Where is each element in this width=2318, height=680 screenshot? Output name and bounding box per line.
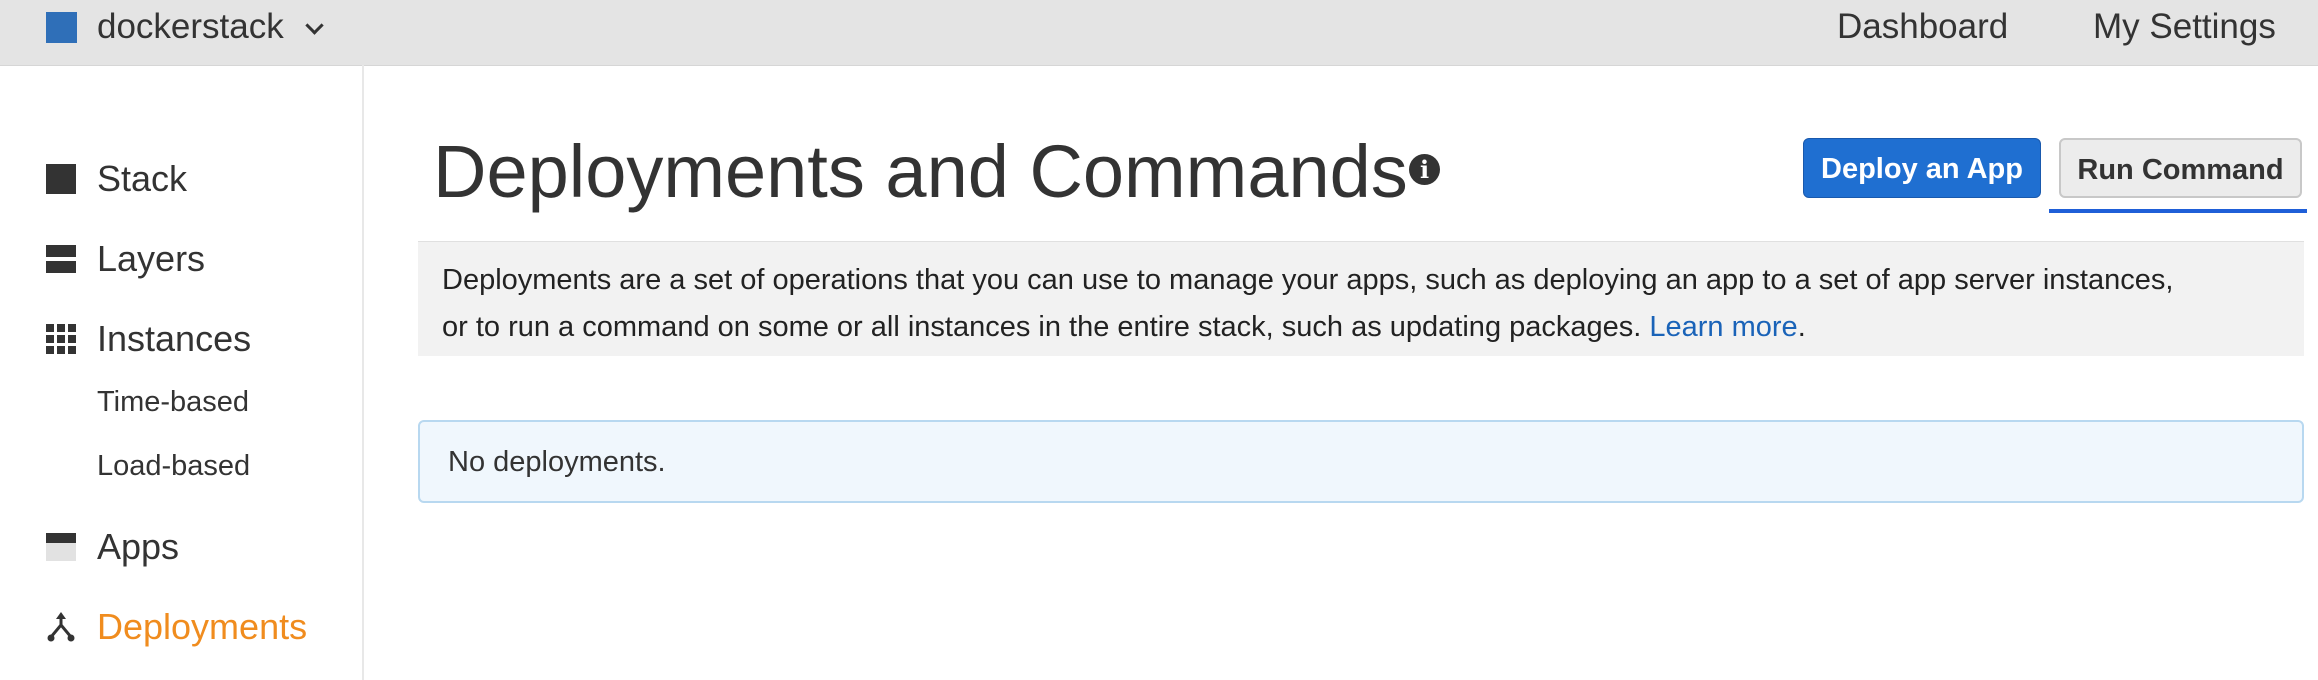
page-title: Deployments and Commands [433, 130, 1408, 213]
sidebar-subitem-time-based[interactable]: Time-based [97, 384, 249, 420]
sidebar-item-layers[interactable]: Layers [0, 234, 360, 284]
sidebar-item-stack[interactable]: Stack [0, 154, 360, 204]
sidebar-item-label: Layers [97, 238, 206, 279]
sidebar-item-deployments[interactable]: Deployments [0, 602, 360, 652]
sidebar-item-label: Deployments [97, 606, 308, 647]
chevron-down-icon[interactable] [305, 16, 324, 35]
description-line-1: Deployments are a set of operations that… [442, 264, 2174, 296]
sidebar-subitem-load-based[interactable]: Load-based [97, 448, 250, 484]
dashboard-link[interactable]: Dashboard [1837, 6, 2008, 48]
stack-icon [46, 164, 76, 194]
description-end: . [1797, 311, 1806, 343]
info-icon[interactable]: i [1409, 154, 1440, 185]
deploy-an-app-button[interactable]: Deploy an App [1803, 138, 2041, 198]
description-text: or to run a command on some or all insta… [442, 311, 1642, 343]
sidebar-item-label: Instances [97, 318, 252, 359]
apps-icon [46, 533, 76, 561]
stack-selector[interactable]: dockerstack [97, 6, 284, 48]
stack-logo-icon [46, 12, 77, 43]
sidebar-item-instances[interactable]: Instances [0, 314, 360, 364]
empty-state-message: No deployments. [418, 420, 2304, 503]
layers-icon [46, 245, 76, 273]
sidebar-item-label: Apps [97, 526, 180, 567]
learn-more-link[interactable]: Learn more [1649, 311, 1797, 343]
my-settings-link[interactable]: My Settings [2093, 6, 2276, 48]
instances-grid-icon [46, 324, 76, 354]
focus-indicator [2049, 209, 2307, 213]
sidebar-item-apps[interactable]: Apps [0, 522, 360, 572]
sidebar-item-label: Stack [97, 158, 188, 199]
description-panel: Deployments are a set of operations that… [418, 241, 2304, 356]
run-command-button[interactable]: Run Command [2059, 138, 2302, 198]
description-line-2: or to run a command on some or all insta… [442, 304, 2280, 351]
top-bar: dockerstack Dashboard My Settings [0, 0, 2318, 66]
deployments-icon [47, 612, 75, 642]
